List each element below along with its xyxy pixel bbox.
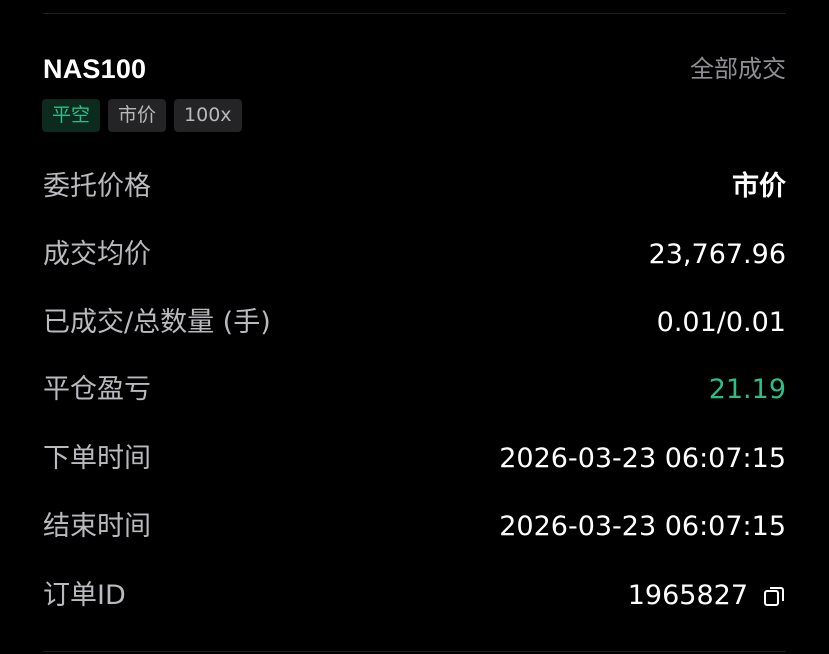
order-type-tag: 市价 [108,99,167,132]
detail-label: 平仓盈亏 [43,374,151,405]
order-id-text: 1965827 [627,580,748,611]
detail-row-order-price: 委托价格 市价 [43,167,786,207]
detail-row-order-time: 下单时间 2026-03-23 06:07:15 [43,439,786,479]
leverage-tag: 100x [174,99,242,132]
bottom-divider [43,651,786,652]
detail-row-avg-price: 成交均价 23,767.96 [43,235,786,275]
detail-row-end-time: 结束时间 2026-03-23 06:07:15 [43,507,786,547]
detail-value: 2026-03-23 06:07:15 [499,443,786,474]
side-tag: 平空 [42,99,101,132]
detail-label: 成交均价 [43,239,151,270]
detail-value: 市价 [732,171,786,202]
pnl-value: 21.19 [708,374,786,405]
order-id-value: 1965827 [628,576,786,616]
copy-icon[interactable] [762,584,786,608]
detail-label: 结束时间 [43,511,151,542]
detail-row-order-id: 订单ID 1965827 [43,576,786,616]
top-divider [43,13,786,14]
order-status[interactable]: 全部成交 [690,54,786,84]
detail-label: 已成交/总数量 (手) [43,307,271,338]
detail-row-filled-quantity: 已成交/总数量 (手) 0.01/0.01 [43,303,786,343]
detail-label: 委托价格 [43,171,151,202]
detail-value: 23,767.96 [648,239,786,270]
detail-label: 订单ID [43,580,126,611]
detail-value: 2026-03-23 06:07:15 [499,511,786,542]
detail-label: 下单时间 [43,443,151,474]
detail-value: 0.01/0.01 [656,307,786,338]
order-tags: 平空 市价 100x [42,99,242,132]
detail-row-close-pnl: 平仓盈亏 21.19 [43,370,786,410]
symbol-title: NAS100 [43,54,147,84]
